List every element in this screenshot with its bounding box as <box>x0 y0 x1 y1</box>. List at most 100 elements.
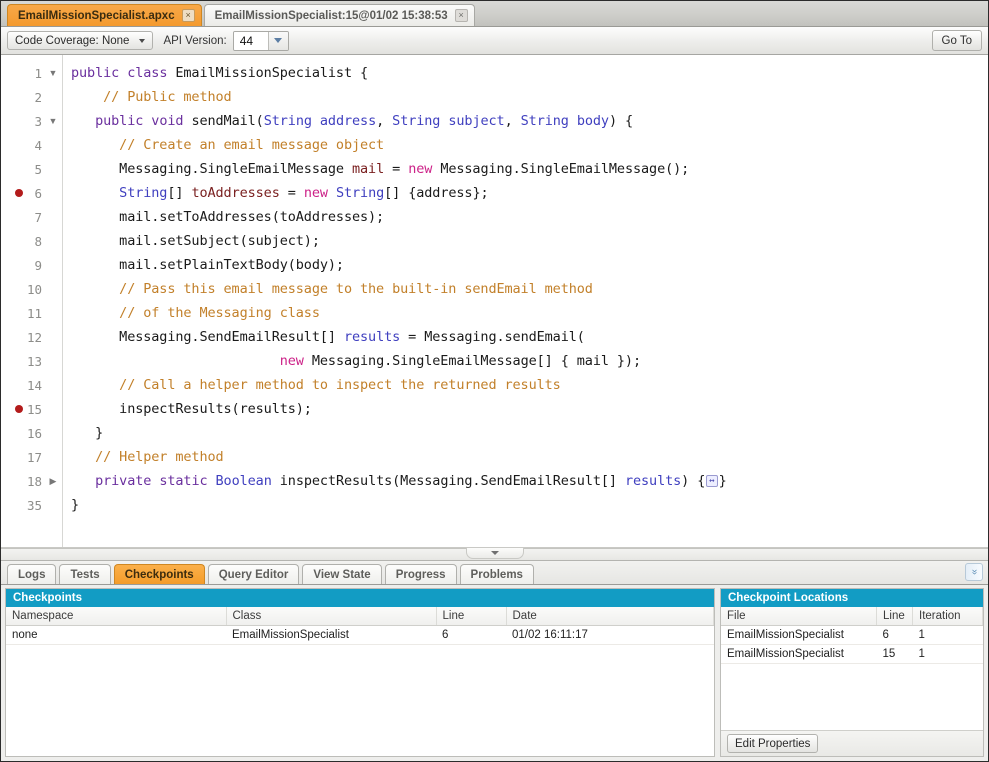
table-row[interactable]: EmailMissionSpecialist 6 1 <box>721 625 983 645</box>
code-line[interactable]: // Helper method <box>71 445 988 469</box>
edit-properties-button[interactable]: Edit Properties <box>727 734 819 753</box>
line-number: 35 <box>26 497 42 513</box>
expand-panel-button[interactable]: » <box>965 563 983 581</box>
column-header-line[interactable]: Line <box>436 607 507 626</box>
column-header-class[interactable]: Class <box>226 607 437 626</box>
code-token: static <box>159 473 208 489</box>
code-token: ) { <box>608 113 634 129</box>
checkpoints-grid-empty-area <box>6 645 714 756</box>
breakpoint-icon[interactable] <box>15 189 23 197</box>
code-line[interactable]: public class EmailMissionSpecialist { <box>71 61 988 85</box>
code-token: String <box>520 113 569 129</box>
gutter-row[interactable]: 6 <box>1 181 62 205</box>
code-token: Boolean <box>215 473 272 489</box>
code-line[interactable]: Messaging.SendEmailResult[] results = Me… <box>71 325 988 349</box>
line-number: 18 <box>26 473 42 489</box>
bottom-tab-logs[interactable]: Logs <box>7 564 57 584</box>
bottom-tab-label: Tests <box>70 568 100 581</box>
code-line[interactable]: inspectResults(results); <box>71 397 988 421</box>
checkpoints-table: Namespace Class Line Date none EmailMiss… <box>6 607 714 645</box>
code-line[interactable]: // of the Messaging class <box>71 301 988 325</box>
column-header-line[interactable]: Line <box>876 607 913 626</box>
gutter-row[interactable]: 4 <box>1 133 62 157</box>
gutter-row[interactable]: 13 <box>1 349 62 373</box>
fold-expand-icon[interactable]: ▶ <box>44 476 62 486</box>
fold-collapse-icon[interactable]: ▼ <box>44 68 62 78</box>
column-header-namespace[interactable]: Namespace <box>6 607 227 626</box>
code-content[interactable]: public class EmailMissionSpecialist { //… <box>63 55 988 547</box>
gutter-row[interactable]: 5 <box>1 157 62 181</box>
bottom-tab-problems[interactable]: Problems <box>459 564 534 584</box>
gutter-row[interactable]: 1 ▼ <box>1 61 62 85</box>
bottom-tab-progress[interactable]: Progress <box>384 564 457 584</box>
gutter-row[interactable]: 8 <box>1 229 62 253</box>
gutter-row[interactable]: 2 <box>1 85 62 109</box>
code-line[interactable]: // Call a helper method to inspect the r… <box>71 373 988 397</box>
code-line[interactable]: } <box>71 493 988 517</box>
splitter-handle[interactable] <box>465 548 524 559</box>
gutter-row[interactable]: 35 <box>1 493 62 517</box>
breakpoint-icon[interactable] <box>15 405 23 413</box>
bottom-tab-checkpoints[interactable]: Checkpoints <box>113 564 205 584</box>
line-number: 13 <box>26 353 42 369</box>
code-line[interactable]: // Create an email message object <box>71 133 988 157</box>
code-line[interactable]: Messaging.SingleEmailMessage mail = new … <box>71 157 988 181</box>
code-coverage-label: Code Coverage: None <box>15 34 130 47</box>
table-row[interactable]: none EmailMissionSpecialist 6 01/02 16:1… <box>6 625 714 645</box>
gutter-row[interactable]: 10 <box>1 277 62 301</box>
api-version-value: 44 <box>233 31 268 50</box>
code-line[interactable]: } <box>71 421 988 445</box>
editor-tab-log[interactable]: EmailMissionSpecialist:15@01/02 15:38:53… <box>203 4 475 26</box>
column-header-iteration[interactable]: Iteration <box>912 607 983 626</box>
double-chevron-down-icon: » <box>969 569 980 575</box>
gutter-row[interactable]: 15 <box>1 397 62 421</box>
bottom-tab-query-editor[interactable]: Query Editor <box>207 564 300 584</box>
code-line[interactable]: // Public method <box>71 85 988 109</box>
line-number: 9 <box>34 257 42 273</box>
code-line[interactable]: public void sendMail(String address, Str… <box>71 109 988 133</box>
line-number: 14 <box>26 377 42 393</box>
code-token: , <box>504 113 521 129</box>
gutter-row[interactable]: 14 <box>1 373 62 397</box>
go-to-button[interactable]: Go To <box>931 30 982 51</box>
code-token: EmailMissionSpecialist { <box>167 65 369 81</box>
table-row[interactable]: EmailMissionSpecialist 15 1 <box>721 644 983 664</box>
code-token: results <box>343 329 401 345</box>
bottom-tab-view-state[interactable]: View State <box>302 564 382 584</box>
gutter-row[interactable]: 16 <box>1 421 62 445</box>
cell-line: 15 <box>876 644 913 664</box>
code-token: Messaging.SendEmailResult[] <box>71 329 344 345</box>
code-editor[interactable]: 1 ▼ 2 3 ▼ 4 5 6 7 8 9 10 11 12 13 14 15 16 17 18 ▶ 35 public … <box>1 55 988 548</box>
gutter-row[interactable]: 7 <box>1 205 62 229</box>
code-line[interactable]: mail.setToAddresses(toAddresses); <box>71 205 988 229</box>
code-token: results <box>624 473 682 489</box>
column-header-date[interactable]: Date <box>506 607 714 626</box>
code-line[interactable]: mail.setSubject(subject); <box>71 229 988 253</box>
gutter-row[interactable]: 11 <box>1 301 62 325</box>
panel-splitter[interactable] <box>1 548 988 561</box>
editor-tab-apex-class[interactable]: EmailMissionSpecialist.apxc × <box>7 4 202 26</box>
locations-grid[interactable]: File Line Iteration EmailMissionSpeciali… <box>721 607 983 730</box>
gutter-row[interactable]: 3 ▼ <box>1 109 62 133</box>
gutter-row[interactable]: 12 <box>1 325 62 349</box>
gutter-row[interactable]: 9 <box>1 253 62 277</box>
fold-collapse-icon[interactable]: ▼ <box>44 116 62 126</box>
api-version-select[interactable]: 44 <box>232 30 289 51</box>
checkpoints-grid[interactable]: Namespace Class Line Date none EmailMiss… <box>6 607 714 756</box>
close-icon[interactable]: × <box>181 9 195 22</box>
bottom-tab-tests[interactable]: Tests <box>59 564 111 584</box>
code-line[interactable]: new Messaging.SingleEmailMessage[] { mai… <box>71 349 988 373</box>
code-line[interactable]: // Pass this email message to the built-… <box>71 277 988 301</box>
column-header-file[interactable]: File <box>721 607 877 626</box>
code-line[interactable]: mail.setPlainTextBody(body); <box>71 253 988 277</box>
gutter-row[interactable]: 17 <box>1 445 62 469</box>
gutter-row[interactable]: 18 ▶ <box>1 469 62 493</box>
close-icon[interactable]: × <box>454 9 468 22</box>
bottom-panes: Checkpoints Namespace Class Line Date no… <box>1 585 988 761</box>
code-token: mail <box>351 161 385 177</box>
code-line[interactable]: private static Boolean inspectResults(Me… <box>71 469 988 493</box>
chevron-down-icon[interactable] <box>267 31 288 50</box>
code-line[interactable]: String[] toAddresses = new String[] {add… <box>71 181 988 205</box>
code-coverage-dropdown[interactable]: Code Coverage: None <box>7 31 154 50</box>
